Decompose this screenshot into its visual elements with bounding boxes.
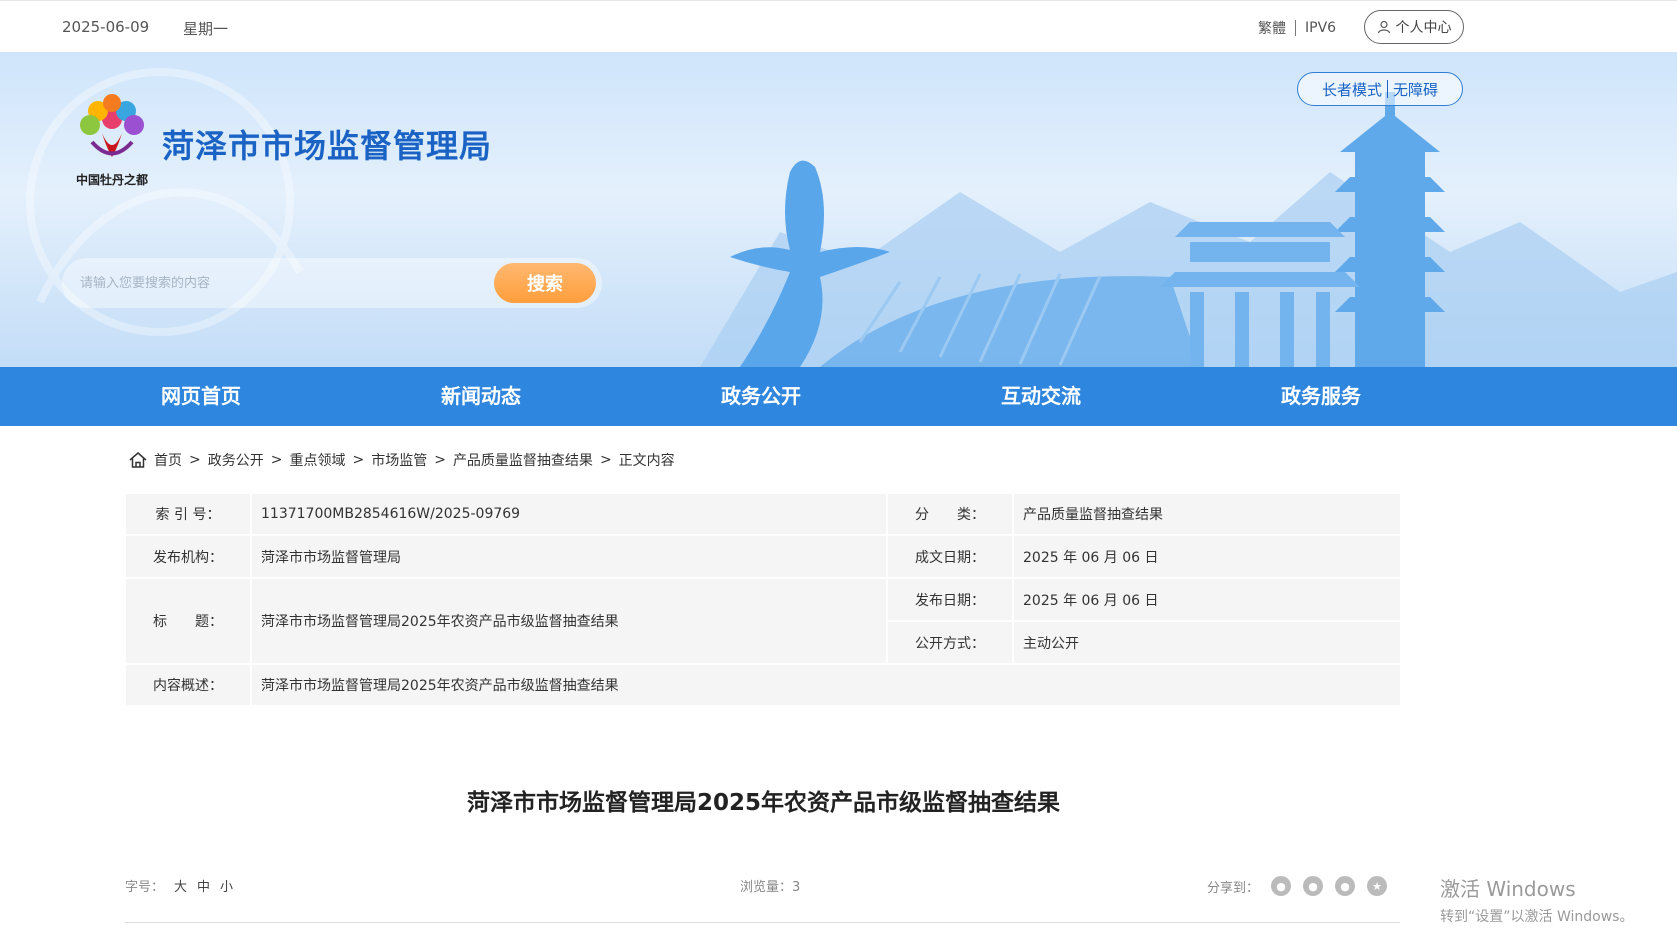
font-size-switcher: 字号： 大 中 小 xyxy=(125,876,233,895)
divider xyxy=(125,922,1400,923)
site-logo[interactable]: 中国牡丹之都 xyxy=(62,87,162,197)
title-value: 菏泽市市场监督管理局2025年农资产品市级监督抽查结果 xyxy=(252,579,886,663)
font-size-small[interactable]: 小 xyxy=(220,876,233,895)
nav-item-home[interactable]: 网页首页 xyxy=(161,367,241,426)
traditional-chinese-link[interactable]: 繁體 xyxy=(1258,18,1286,38)
published-date-label: 发布日期： xyxy=(888,579,1012,620)
summary-label: 内容概述： xyxy=(126,665,250,705)
font-size-label: 字号： xyxy=(125,880,165,895)
created-date-label: 成文日期： xyxy=(888,536,1012,577)
breadcrumb-separator: > xyxy=(189,452,201,468)
breadcrumb-separator: > xyxy=(599,452,612,468)
publisher-value: 菏泽市市场监督管理局 xyxy=(252,536,886,577)
article-toolbar: 字号： 大 中 小 浏览量：3 分享到： ● ● ● ★ xyxy=(125,874,1400,896)
breadcrumb-separator: > xyxy=(352,452,365,468)
top-links: 繁體 IPV6 xyxy=(1258,18,1336,38)
site-title: 菏泽市市场监督管理局 xyxy=(162,127,493,165)
watermark-subtitle: 转到“设置”以激活 Windows。 xyxy=(1440,909,1634,925)
divider xyxy=(1295,20,1296,36)
breadcrumb-current: 正文内容 xyxy=(618,453,675,469)
article-title: 菏泽市市场监督管理局2025年农资产品市级监督抽查结果 xyxy=(466,790,1060,816)
weibo-share-icon[interactable]: ● xyxy=(1303,876,1324,896)
share-label: 分享到： xyxy=(1207,880,1260,896)
qq-share-icon[interactable]: ● xyxy=(1335,876,1356,896)
published-date-value: 2025 年 06 月 06 日 xyxy=(1014,579,1400,620)
divider xyxy=(1387,80,1388,98)
watermark-title: 激活 Windows xyxy=(1440,877,1576,901)
main-nav: 网页首页 新闻动态 政务公开 互动交流 政务服务 xyxy=(0,367,1677,426)
breadcrumb-home[interactable]: 首页 xyxy=(154,450,182,470)
title-label: 标 题： xyxy=(126,579,250,663)
user-center-label: 个人中心 xyxy=(1395,20,1452,36)
home-icon xyxy=(129,452,147,468)
open-method-value: 主动公开 xyxy=(1014,622,1400,663)
user-icon xyxy=(1377,20,1390,34)
wechat-share-icon[interactable]: ● xyxy=(1271,876,1292,896)
breadcrumb-market-supervision[interactable]: 市场监管 xyxy=(371,450,427,470)
accessibility-switch: 长者模式 无障碍 xyxy=(1297,72,1463,106)
user-center-button[interactable]: 个人中心 xyxy=(1364,10,1464,44)
breadcrumb: 首页 > 政务公开 > 重点领域 > 市场监管 > 产品质量监督抽查结果 > 正… xyxy=(128,450,675,470)
view-count: 浏览量：3 xyxy=(740,880,801,895)
summary-value: 菏泽市市场监督管理局2025年农资产品市级监督抽查结果 xyxy=(252,665,1400,705)
peony-logo-icon: 中国牡丹之都 xyxy=(76,94,148,187)
current-date: 2025-06-09 xyxy=(62,18,150,36)
current-weekday: 星期一 xyxy=(183,20,229,38)
top-bar: 2025-06-09 星期一 繁體 IPV6 个人中心 xyxy=(0,0,1677,52)
breadcrumb-quality-results[interactable]: 产品质量监督抽查结果 xyxy=(453,450,593,470)
font-size-large[interactable]: 大 xyxy=(174,876,187,895)
ipv6-link[interactable]: IPV6 xyxy=(1305,20,1336,36)
nav-item-gov-affairs[interactable]: 政务公开 xyxy=(721,367,801,426)
elder-mode-button[interactable]: 长者模式 xyxy=(1322,79,1382,100)
breadcrumb-separator: > xyxy=(270,452,283,468)
search-input[interactable] xyxy=(80,271,480,295)
category-value: 产品质量监督抽查结果 xyxy=(1014,494,1400,534)
index-number-label: 索 引 号： xyxy=(126,494,250,534)
index-number-value: 11371700MB2854616W/2025-09769 xyxy=(252,494,886,534)
breadcrumb-key-areas[interactable]: 重点领域 xyxy=(289,450,345,470)
publisher-label: 发布机构： xyxy=(126,536,250,577)
nav-item-interaction[interactable]: 互动交流 xyxy=(1001,367,1081,426)
search-button[interactable]: 搜索 xyxy=(494,263,596,303)
open-method-label: 公开方式： xyxy=(888,622,1012,663)
category-label: 分 类： xyxy=(888,494,1012,534)
share-bar: 分享到： ● ● ● ★ xyxy=(1207,876,1388,896)
breadcrumb-gov-affairs[interactable]: 政务公开 xyxy=(208,450,264,470)
breadcrumb-separator: > xyxy=(434,452,446,468)
qzone-share-icon[interactable]: ★ xyxy=(1367,876,1388,896)
windows-activation-watermark: 激活 Windows 转到“设置”以激活 Windows。 xyxy=(1440,873,1633,926)
font-size-medium[interactable]: 中 xyxy=(197,876,210,895)
nav-item-gov-services[interactable]: 政务服务 xyxy=(1281,367,1361,426)
search-box: 搜索 xyxy=(62,258,602,308)
nav-item-news[interactable]: 新闻动态 xyxy=(441,367,521,426)
svg-text:中国牡丹之都: 中国牡丹之都 xyxy=(76,172,148,187)
header-banner: 中国牡丹之都 菏泽市市场监督管理局 长者模式 无障碍 搜索 xyxy=(0,52,1677,367)
created-date-value: 2025 年 06 月 06 日 xyxy=(1014,536,1400,577)
accessible-mode-button[interactable]: 无障碍 xyxy=(1393,79,1438,100)
